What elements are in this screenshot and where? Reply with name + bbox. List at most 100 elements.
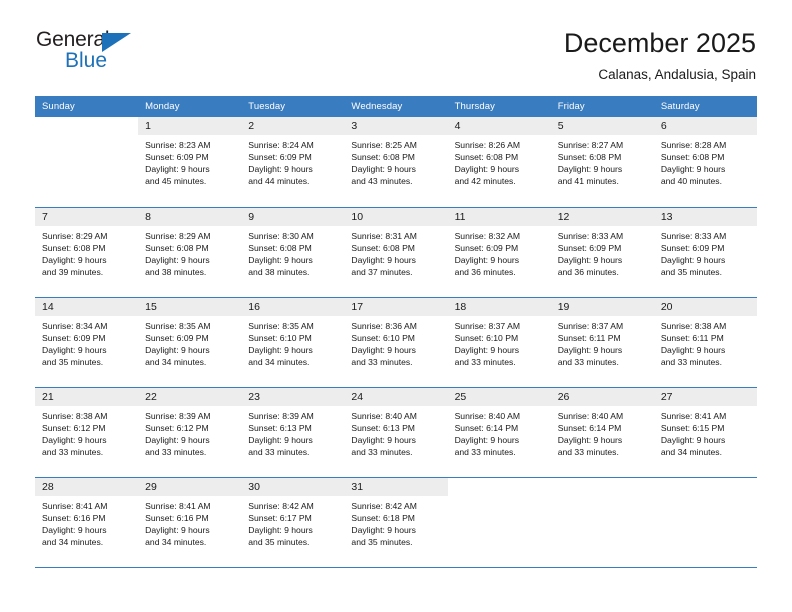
day-details: Sunrise: 8:36 AM Sunset: 6:10 PM Dayligh… bbox=[344, 316, 447, 368]
day-details: Sunrise: 8:41 AM Sunset: 6:16 PM Dayligh… bbox=[138, 496, 241, 548]
sunrise-text: Sunrise: 8:29 AM bbox=[145, 230, 211, 241]
sunset-text: Sunset: 6:08 PM bbox=[42, 242, 106, 253]
day-number: 20 bbox=[653, 297, 757, 316]
sunset-text: Sunset: 6:09 PM bbox=[248, 152, 312, 163]
daylight-text-line2: and 33 minutes. bbox=[248, 446, 310, 457]
day-details: Sunrise: 8:38 AM Sunset: 6:12 PM Dayligh… bbox=[35, 406, 138, 458]
sunset-text: Sunset: 6:11 PM bbox=[660, 332, 724, 343]
day-cell[interactable]: 10 Sunrise: 8:31 AM Sunset: 6:08 PM Dayl… bbox=[344, 207, 448, 298]
weekday-header-monday: Monday bbox=[138, 96, 242, 117]
day-details: Sunrise: 8:40 AM Sunset: 6:13 PM Dayligh… bbox=[344, 406, 447, 458]
day-cell[interactable]: 1 Sunrise: 8:23 AM Sunset: 6:09 PM Dayli… bbox=[138, 117, 242, 208]
sunset-text: Sunset: 6:18 PM bbox=[351, 512, 415, 523]
day-number: 27 bbox=[653, 387, 757, 406]
sunrise-text: Sunrise: 8:41 AM bbox=[145, 500, 211, 511]
daylight-text-line2: and 34 minutes. bbox=[248, 356, 310, 367]
day-cell[interactable]: 28 Sunrise: 8:41 AM Sunset: 6:16 PM Dayl… bbox=[35, 477, 139, 568]
daylight-text-line1: Daylight: 9 hours bbox=[42, 524, 107, 535]
sunrise-text: Sunrise: 8:38 AM bbox=[660, 320, 727, 331]
day-cell[interactable]: 6 Sunrise: 8:28 AM Sunset: 6:08 PM Dayli… bbox=[653, 117, 757, 208]
day-cell[interactable]: 16 Sunrise: 8:35 AM Sunset: 6:10 PM Dayl… bbox=[241, 297, 345, 388]
day-number: 14 bbox=[35, 297, 139, 316]
day-number bbox=[653, 477, 757, 496]
daylight-text-line1: Daylight: 9 hours bbox=[42, 254, 107, 265]
general-blue-logo[interactable]: General Blue bbox=[36, 27, 140, 79]
day-number: 22 bbox=[138, 387, 242, 406]
daylight-text-line2: and 43 minutes. bbox=[351, 176, 413, 187]
day-cell[interactable]: 9 Sunrise: 8:30 AM Sunset: 6:08 PM Dayli… bbox=[241, 207, 345, 298]
daylight-text-line1: Daylight: 9 hours bbox=[660, 254, 726, 265]
day-cell[interactable]: 15 Sunrise: 8:35 AM Sunset: 6:09 PM Dayl… bbox=[138, 297, 242, 388]
day-cell[interactable]: 20 Sunrise: 8:38 AM Sunset: 6:11 PM Dayl… bbox=[653, 297, 757, 388]
day-cell[interactable]: 11 Sunrise: 8:32 AM Sunset: 6:09 PM Dayl… bbox=[447, 207, 551, 298]
sunset-text: Sunset: 6:09 PM bbox=[145, 152, 209, 163]
sunset-text: Sunset: 6:08 PM bbox=[145, 242, 209, 253]
sunset-text: Sunset: 6:09 PM bbox=[145, 332, 209, 343]
daylight-text-line2: and 33 minutes. bbox=[660, 356, 722, 367]
sunrise-text: Sunrise: 8:24 AM bbox=[248, 140, 314, 150]
sunset-text: Sunset: 6:16 PM bbox=[42, 512, 106, 523]
daylight-text-line1: Daylight: 9 hours bbox=[248, 524, 313, 535]
day-details: Sunrise: 8:38 AM Sunset: 6:11 PM Dayligh… bbox=[654, 316, 757, 368]
day-cell[interactable]: 14 Sunrise: 8:34 AM Sunset: 6:09 PM Dayl… bbox=[35, 297, 139, 388]
daylight-text-line2: and 35 minutes. bbox=[351, 536, 413, 547]
day-number: 29 bbox=[138, 477, 242, 496]
day-number: 18 bbox=[447, 297, 551, 316]
sunset-text: Sunset: 6:12 PM bbox=[42, 422, 106, 433]
day-cell-empty bbox=[447, 477, 551, 568]
day-cell[interactable]: 12 Sunrise: 8:33 AM Sunset: 6:09 PM Dayl… bbox=[550, 207, 654, 298]
sunset-text: Sunset: 6:09 PM bbox=[557, 242, 622, 253]
calendar-page: General Blue December 2025 Calanas, Anda… bbox=[0, 0, 792, 612]
sunrise-text: Sunrise: 8:39 AM bbox=[145, 410, 211, 421]
sunrise-text: Sunrise: 8:41 AM bbox=[660, 410, 727, 421]
daylight-text-line1: Daylight: 9 hours bbox=[351, 164, 416, 175]
daylight-text-line2: and 34 minutes. bbox=[145, 356, 207, 367]
day-cell[interactable]: 29 Sunrise: 8:41 AM Sunset: 6:16 PM Dayl… bbox=[138, 477, 242, 568]
day-details: Sunrise: 8:41 AM Sunset: 6:16 PM Dayligh… bbox=[35, 496, 138, 548]
daylight-text-line1: Daylight: 9 hours bbox=[557, 344, 623, 355]
day-number: 10 bbox=[344, 207, 448, 226]
day-number bbox=[447, 477, 551, 496]
day-cell[interactable]: 25 Sunrise: 8:40 AM Sunset: 6:14 PM Dayl… bbox=[447, 387, 551, 478]
daylight-text-line2: and 33 minutes. bbox=[557, 356, 619, 367]
day-cell-empty bbox=[653, 477, 757, 568]
week-row: 7 Sunrise: 8:29 AM Sunset: 6:08 PM Dayli… bbox=[35, 207, 757, 298]
daylight-text-line2: and 33 minutes. bbox=[454, 356, 516, 367]
calendar-table: Sunday Monday Tuesday Wednesday Thursday… bbox=[35, 96, 757, 568]
day-cell[interactable]: 17 Sunrise: 8:36 AM Sunset: 6:10 PM Dayl… bbox=[344, 297, 448, 388]
day-cell[interactable]: 31 Sunrise: 8:42 AM Sunset: 6:18 PM Dayl… bbox=[344, 477, 448, 568]
day-details: Sunrise: 8:39 AM Sunset: 6:13 PM Dayligh… bbox=[241, 406, 344, 458]
day-cell[interactable]: 21 Sunrise: 8:38 AM Sunset: 6:12 PM Dayl… bbox=[35, 387, 139, 478]
day-cell[interactable]: 19 Sunrise: 8:37 AM Sunset: 6:11 PM Dayl… bbox=[550, 297, 654, 388]
day-cell[interactable]: 8 Sunrise: 8:29 AM Sunset: 6:08 PM Dayli… bbox=[138, 207, 242, 298]
day-cell[interactable]: 3 Sunrise: 8:25 AM Sunset: 6:08 PM Dayli… bbox=[344, 117, 448, 208]
day-cell[interactable]: 23 Sunrise: 8:39 AM Sunset: 6:13 PM Dayl… bbox=[241, 387, 345, 478]
day-number: 15 bbox=[138, 297, 242, 316]
daylight-text-line1: Daylight: 9 hours bbox=[248, 344, 313, 355]
daylight-text-line1: Daylight: 9 hours bbox=[660, 434, 726, 445]
day-cell[interactable]: 5 Sunrise: 8:27 AM Sunset: 6:08 PM Dayli… bbox=[550, 117, 654, 208]
day-cell[interactable]: 4 Sunrise: 8:26 AM Sunset: 6:08 PM Dayli… bbox=[447, 117, 551, 208]
day-details: Sunrise: 8:37 AM Sunset: 6:11 PM Dayligh… bbox=[551, 316, 654, 368]
daylight-text-line2: and 33 minutes. bbox=[454, 446, 516, 457]
sunrise-text: Sunrise: 8:40 AM bbox=[454, 410, 521, 421]
day-cell[interactable]: 24 Sunrise: 8:40 AM Sunset: 6:13 PM Dayl… bbox=[344, 387, 448, 478]
weekday-header-friday: Friday bbox=[550, 96, 654, 117]
day-number: 17 bbox=[344, 297, 448, 316]
day-cell[interactable]: 22 Sunrise: 8:39 AM Sunset: 6:12 PM Dayl… bbox=[138, 387, 242, 478]
day-cell[interactable]: 30 Sunrise: 8:42 AM Sunset: 6:17 PM Dayl… bbox=[241, 477, 345, 568]
daylight-text-line2: and 34 minutes. bbox=[42, 536, 104, 547]
daylight-text-line2: and 38 minutes. bbox=[145, 266, 207, 277]
daylight-text-line1: Daylight: 9 hours bbox=[351, 524, 416, 535]
day-cell[interactable]: 27 Sunrise: 8:41 AM Sunset: 6:15 PM Dayl… bbox=[653, 387, 757, 478]
day-cell[interactable]: 26 Sunrise: 8:40 AM Sunset: 6:14 PM Dayl… bbox=[550, 387, 654, 478]
weekday-header-saturday: Saturday bbox=[653, 96, 757, 117]
sunset-text: Sunset: 6:15 PM bbox=[660, 422, 725, 433]
day-cell[interactable]: 13 Sunrise: 8:33 AM Sunset: 6:09 PM Dayl… bbox=[653, 207, 757, 298]
daylight-text-line2: and 34 minutes. bbox=[145, 536, 207, 547]
day-cell[interactable]: 18 Sunrise: 8:37 AM Sunset: 6:10 PM Dayl… bbox=[447, 297, 551, 388]
daylight-text-line1: Daylight: 9 hours bbox=[145, 164, 210, 175]
day-cell[interactable]: 2 Sunrise: 8:24 AM Sunset: 6:09 PM Dayli… bbox=[241, 117, 345, 208]
day-details: Sunrise: 8:33 AM Sunset: 6:09 PM Dayligh… bbox=[551, 226, 654, 278]
day-cell[interactable]: 7 Sunrise: 8:29 AM Sunset: 6:08 PM Dayli… bbox=[35, 207, 139, 298]
